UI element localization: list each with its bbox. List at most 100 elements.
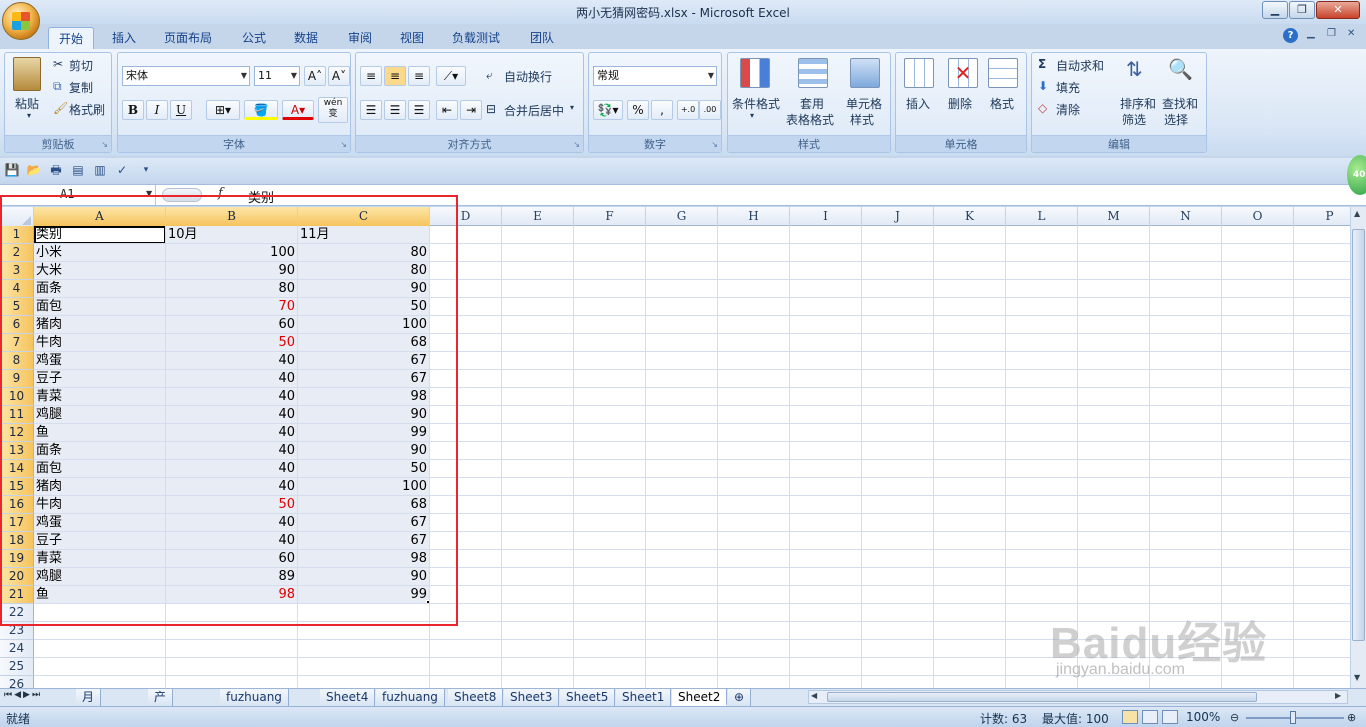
zoom-in-icon[interactable]: ⊕	[1347, 711, 1356, 724]
dialog-launcher-icon[interactable]: ↘	[340, 140, 347, 149]
scroll-up-icon[interactable]: ▲	[1354, 209, 1360, 218]
sheet-tab[interactable]: 月考体育	[76, 689, 102, 727]
zoom-slider-thumb[interactable]	[1290, 711, 1296, 724]
horizontal-scroll-thumb[interactable]	[827, 692, 1257, 702]
row-header-12[interactable]: 12	[0, 424, 34, 442]
format-painter-icon[interactable]: 🖌	[53, 101, 68, 115]
november-value-cell[interactable]: 50	[298, 298, 429, 316]
open-icon[interactable]: 📂	[26, 162, 42, 178]
italic-button[interactable]: I	[146, 100, 168, 120]
tab-insert[interactable]: 插入	[102, 27, 146, 50]
category-cell[interactable]: 青菜	[34, 550, 165, 568]
row-header-9[interactable]: 9	[0, 370, 34, 388]
row-header-14[interactable]: 14	[0, 460, 34, 478]
cell-styles-icon[interactable]	[850, 58, 880, 88]
column-header-a[interactable]: A	[34, 207, 166, 226]
zoom-level[interactable]: 100%	[1186, 710, 1220, 724]
column-header-l[interactable]: L	[1006, 207, 1078, 226]
category-cell[interactable]: 面条	[34, 442, 165, 460]
font-name-combo[interactable]: 宋体 ▼	[122, 66, 250, 86]
increase-indent-icon[interactable]: ⇥	[460, 100, 482, 120]
row-header-6[interactable]: 6	[0, 316, 34, 334]
vertical-scrollbar[interactable]: ▲ ▼	[1350, 207, 1366, 688]
category-cell[interactable]: 青菜	[34, 388, 165, 406]
tab-view[interactable]: 视图	[390, 27, 434, 50]
chart-icon[interactable]: ▥	[92, 162, 108, 178]
column-header-m[interactable]: M	[1078, 207, 1150, 226]
category-cell[interactable]: 鸡蛋	[34, 352, 165, 370]
paste-icon[interactable]	[13, 57, 41, 91]
november-value-cell[interactable]: 67	[298, 352, 429, 370]
ribbon-restore-icon[interactable]: ❐	[1327, 28, 1336, 39]
underline-button[interactable]: U	[170, 100, 192, 120]
currency-icon[interactable]: 💱▾	[593, 100, 623, 120]
row-header-11[interactable]: 11	[0, 406, 34, 424]
font-color-button[interactable]: A▾	[282, 100, 314, 120]
spelling-icon[interactable]: ✓	[114, 162, 130, 178]
dialog-launcher-icon[interactable]: ↘	[573, 140, 580, 149]
october-value-cell[interactable]: 40	[166, 406, 297, 424]
october-value-cell[interactable]: 50	[166, 334, 297, 352]
fill-icon[interactable]: ⬇	[1038, 79, 1048, 93]
sheet-tab[interactable]: fuzhuang	[376, 689, 445, 706]
page-break-view-icon[interactable]	[1162, 710, 1178, 724]
row-header-2[interactable]: 2	[0, 244, 34, 262]
row-header-7[interactable]: 7	[0, 334, 34, 352]
november-value-cell[interactable]: 100	[298, 316, 429, 334]
align-top-icon[interactable]: ≡	[360, 66, 382, 86]
cut-icon[interactable]: ✂	[53, 57, 63, 71]
row-header-8[interactable]: 8	[0, 352, 34, 370]
november-value-cell[interactable]: 68	[298, 334, 429, 352]
dialog-launcher-icon[interactable]: ↘	[101, 140, 108, 149]
november-value-cell[interactable]: 90	[298, 442, 429, 460]
borders-button[interactable]: ⊞▾	[206, 100, 240, 120]
chevron-down-icon[interactable]: ▾	[570, 103, 574, 112]
copy-button[interactable]: 复制	[69, 79, 93, 96]
close-button[interactable]: ✕	[1316, 1, 1360, 19]
row-header-20[interactable]: 20	[0, 568, 34, 586]
merge-center-button[interactable]: 合并后居中	[504, 102, 564, 119]
help-icon[interactable]: ?	[1283, 28, 1298, 43]
sheet-tab[interactable]: Sheet4	[320, 689, 376, 706]
row-header-3[interactable]: 3	[0, 262, 34, 280]
row-header-4[interactable]: 4	[0, 280, 34, 298]
november-value-cell[interactable]: 98	[298, 550, 429, 568]
october-value-cell[interactable]: 60	[166, 550, 297, 568]
category-cell[interactable]: 牛肉	[34, 334, 165, 352]
october-value-cell[interactable]: 40	[166, 514, 297, 532]
grow-font-button[interactable]: A˄	[304, 66, 326, 86]
category-cell[interactable]: 豆子	[34, 532, 165, 550]
november-value-cell[interactable]: 98	[298, 388, 429, 406]
november-value-cell[interactable]: 80	[298, 244, 429, 262]
row-header-26[interactable]: 26	[0, 676, 34, 688]
october-value-cell[interactable]: 60	[166, 316, 297, 334]
insert-cells-button[interactable]: 插入	[906, 95, 930, 112]
maximize-button[interactable]: ❐	[1289, 1, 1315, 19]
sheet-tab[interactable]: Sheet2	[672, 689, 728, 706]
align-right-icon[interactable]: ☰	[408, 100, 430, 120]
format-as-table-icon[interactable]	[798, 58, 828, 88]
scroll-down-icon[interactable]: ▼	[1354, 673, 1360, 682]
row-header-22[interactable]: 22	[0, 604, 34, 622]
row-header-5[interactable]: 5	[0, 298, 34, 316]
row-header-18[interactable]: 18	[0, 532, 34, 550]
align-left-icon[interactable]: ☰	[360, 100, 382, 120]
row-header-23[interactable]: 23	[0, 622, 34, 640]
format-painter-button[interactable]: 格式刷	[69, 101, 105, 118]
number-format-combo[interactable]: 常规 ▼	[593, 66, 717, 86]
tab-load-test[interactable]: 负载测试	[442, 27, 510, 50]
category-cell[interactable]: 小米	[34, 244, 165, 262]
increase-decimal-icon[interactable]: +.0	[677, 100, 699, 120]
tab-data[interactable]: 数据	[284, 27, 328, 50]
horizontal-scrollbar[interactable]: ◀ ▶	[808, 690, 1348, 704]
decrease-decimal-icon[interactable]: .00	[699, 100, 721, 120]
bold-button[interactable]: B	[122, 100, 144, 120]
wrap-text-button[interactable]: 自动换行	[504, 68, 552, 85]
clear-icon[interactable]: ◇	[1038, 101, 1047, 115]
october-value-cell[interactable]: 40	[166, 370, 297, 388]
october-value-cell[interactable]: 70	[166, 298, 297, 316]
header-cell[interactable]: 11月	[298, 226, 429, 244]
autosum-icon[interactable]: Σ	[1038, 57, 1046, 71]
print-preview-icon[interactable]: ▤	[70, 162, 86, 178]
column-header-o[interactable]: O	[1222, 207, 1294, 226]
